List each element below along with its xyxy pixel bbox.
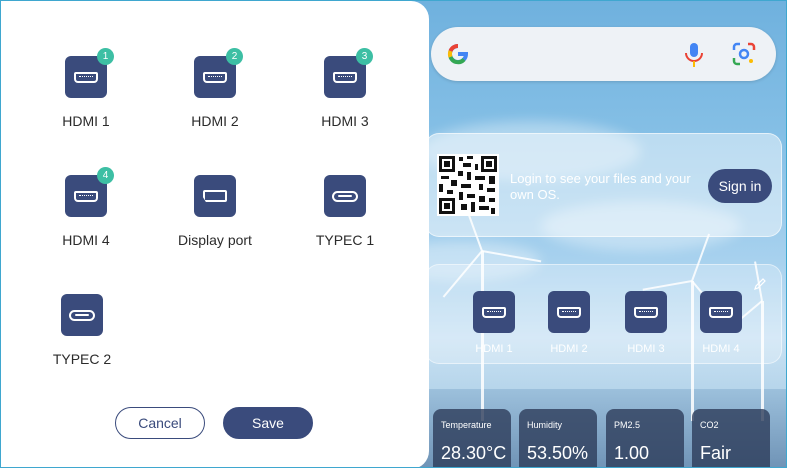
sensor-humidity[interactable]: Humidity 53.50%: [519, 409, 597, 467]
source-typec-1[interactable]: TYPEC 1: [290, 175, 400, 248]
widget-source-hdmi-4[interactable]: HDMI 4: [683, 291, 759, 355]
source-label: HDMI 4: [62, 232, 110, 248]
hdmi-icon: 2: [194, 48, 243, 98]
screen-frame: Login to see your files and your own OS.…: [0, 0, 787, 468]
widget-source-label: HDMI 4: [702, 343, 740, 355]
source-order-badge: 2: [226, 48, 243, 65]
hdmi-icon: [548, 291, 590, 333]
sensor-label: Temperature: [441, 420, 492, 430]
lens-icon[interactable]: [731, 41, 757, 67]
hdmi-icon: [625, 291, 667, 333]
widget-source-hdmi-3[interactable]: HDMI 3: [608, 291, 684, 355]
source-order-badge: 3: [356, 48, 373, 65]
signin-card: Login to see your files and your own OS.…: [425, 133, 782, 237]
sensor-label: CO2: [700, 420, 719, 430]
hdmi-icon: 4: [65, 167, 114, 217]
google-logo-icon: [447, 44, 469, 65]
edit-pencil-icon[interactable]: [753, 277, 767, 291]
sensor-temperature[interactable]: Temperature 28.30°C: [433, 409, 511, 467]
sensor-value: 53.50%: [527, 443, 589, 463]
source-order-badge: 1: [97, 48, 114, 65]
source-typec-2[interactable]: TYPEC 2: [27, 294, 137, 367]
sensor-value: Fair: [700, 443, 731, 463]
sensor-co2[interactable]: CO2 Fair: [692, 409, 770, 467]
displayport-icon: [194, 175, 236, 217]
widget-source-hdmi-2[interactable]: HDMI 2: [531, 291, 607, 355]
source-label: TYPEC 1: [315, 232, 375, 248]
source-settings-panel: 1 HDMI 1 2 HDMI 2 3 HDMI 3 4 HDMI 4 Disp…: [1, 1, 429, 467]
widget-source-hdmi-1[interactable]: HDMI 1: [456, 291, 532, 355]
hdmi-icon: 3: [324, 48, 373, 98]
hdmi-icon: [473, 291, 515, 333]
widget-source-label: HDMI 1: [475, 343, 513, 355]
source-label: Display port: [178, 232, 252, 248]
sensor-value: 28.30°C: [441, 443, 507, 463]
save-button[interactable]: Save: [223, 407, 313, 439]
sensor-value: 1.00: [614, 443, 650, 463]
source-hdmi-2[interactable]: 2 HDMI 2: [160, 48, 270, 129]
sensor-label: PM2.5: [614, 420, 641, 430]
source-hdmi-3[interactable]: 3 HDMI 3: [290, 48, 400, 129]
sources-widget: HDMI 1 HDMI 2 HDMI 3 HDMI 4: [425, 264, 782, 364]
source-label: HDMI 2: [191, 113, 239, 129]
sensor-pm25[interactable]: PM2.5 1.00: [606, 409, 684, 467]
source-label: TYPEC 2: [52, 351, 112, 367]
sign-in-button[interactable]: Sign in: [708, 169, 772, 203]
mic-icon[interactable]: [681, 41, 707, 69]
qr-code[interactable]: [437, 154, 499, 216]
source-hdmi-1[interactable]: 1 HDMI 1: [31, 48, 141, 129]
source-label: HDMI 3: [321, 113, 369, 129]
signin-message: Login to see your files and your own OS.: [510, 171, 691, 202]
google-search-bar[interactable]: [431, 27, 776, 81]
sensor-label: Humidity: [527, 420, 563, 430]
hdmi-icon: [700, 291, 742, 333]
hdmi-icon: 1: [65, 48, 114, 98]
usb-c-icon: [61, 294, 103, 336]
source-hdmi-4[interactable]: 4 HDMI 4: [31, 167, 141, 248]
source-order-badge: 4: [97, 167, 114, 184]
source-label: HDMI 1: [62, 113, 110, 129]
widget-source-label: HDMI 2: [550, 343, 588, 355]
cancel-button[interactable]: Cancel: [115, 407, 205, 439]
usb-c-icon: [324, 175, 366, 217]
widget-source-label: HDMI 3: [627, 343, 665, 355]
source-display-port[interactable]: Display port: [160, 175, 270, 248]
